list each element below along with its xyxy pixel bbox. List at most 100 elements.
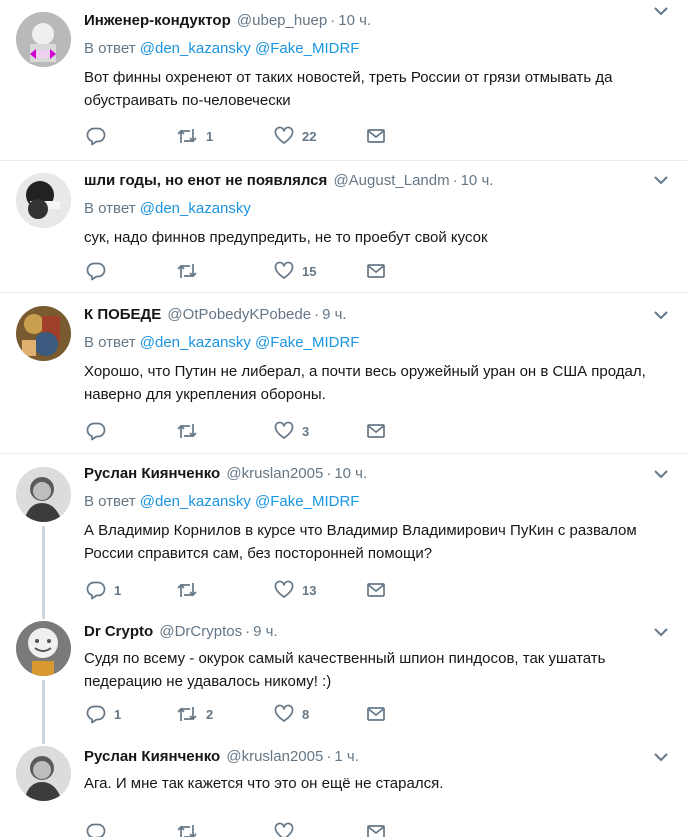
author-handle[interactable]: @kruslan2005 [226, 748, 323, 765]
retweet-count: 1 [206, 128, 214, 144]
mention-link[interactable]: @Fake_MIDRF [255, 493, 359, 510]
timestamp[interactable]: 9 ч. [322, 306, 347, 323]
envelope-icon [366, 704, 386, 724]
author-handle[interactable]: @ubep_huep [237, 12, 327, 29]
timestamp[interactable]: 10 ч. [338, 12, 371, 29]
like-count: 13 [302, 582, 317, 598]
mention-link[interactable]: @Fake_MIDRF [255, 40, 359, 57]
author-name[interactable]: Руслан Киянченко [84, 465, 220, 482]
chevron-down-icon[interactable] [653, 468, 669, 480]
reply-button[interactable]: 1 [86, 580, 121, 600]
reply-icon [86, 580, 106, 600]
chevron-down-icon[interactable] [653, 309, 669, 321]
retweet-count: 2 [206, 706, 214, 722]
separator-dot: · [245, 623, 251, 640]
like-button[interactable]: 13 [274, 580, 316, 600]
retweet-button[interactable] [176, 580, 206, 600]
heart-icon [274, 822, 294, 837]
avatar[interactable] [16, 746, 71, 801]
like-button[interactable]: 3 [274, 421, 309, 441]
retweet-button[interactable] [176, 421, 206, 441]
tweet-text: Хорошо, что Путин не либерал, а почти ве… [84, 363, 646, 403]
direct-message-button[interactable] [366, 261, 386, 281]
mention-link[interactable]: @den_kazansky [140, 493, 251, 510]
tweet[interactable]: К ПОБЕДЕ @OtPobedyKPobede · 9 ч. В ответ @… [0, 293, 687, 453]
like-button[interactable]: 8 [274, 704, 309, 724]
direct-message-button[interactable] [366, 580, 386, 600]
reply-button[interactable] [86, 126, 114, 146]
like-button[interactable]: 15 [274, 261, 316, 281]
mention-link[interactable]: @den_kazansky [140, 200, 251, 217]
author-handle[interactable]: @August_Landm [333, 172, 449, 189]
author-name[interactable]: шли годы, но енот не появлялся [84, 172, 327, 189]
chevron-down-icon[interactable] [653, 5, 669, 17]
retweet-icon [176, 580, 198, 600]
reply-context: В ответ @den_kazansky @Fake_MIDRF [84, 38, 671, 60]
timestamp[interactable]: 9 ч. [253, 623, 278, 640]
tweet-text: Ага. И мне так кажется что это он ещё не… [84, 775, 444, 792]
author-name[interactable]: Dr Crypto [84, 623, 153, 640]
reply-context: В ответ @den_kazansky [84, 198, 671, 220]
author-handle[interactable]: @DrCryptos [159, 623, 242, 640]
timestamp[interactable]: 1 ч. [334, 748, 359, 765]
like-button[interactable] [274, 822, 294, 837]
retweet-button[interactable]: 2 [176, 704, 213, 724]
thread-connector [42, 738, 45, 744]
reply-button[interactable] [86, 261, 114, 281]
reply-button[interactable] [86, 421, 114, 441]
chevron-down-icon[interactable] [653, 751, 669, 763]
reply-button[interactable] [86, 822, 106, 837]
reply-button[interactable]: 1 [86, 704, 121, 724]
direct-message-button[interactable] [366, 822, 386, 837]
retweet-icon [176, 704, 198, 724]
tweet[interactable]: шли годы, но енот не появлялся @August_L… [0, 161, 687, 292]
like-count: 3 [302, 423, 310, 439]
author-name[interactable]: Инженер-кондуктор [84, 12, 231, 29]
avatar[interactable] [16, 621, 71, 676]
mention-link[interactable]: @den_kazansky [140, 334, 251, 351]
avatar[interactable] [16, 12, 71, 67]
author-handle[interactable]: @kruslan2005 [226, 465, 323, 482]
heart-icon [274, 261, 294, 281]
retweet-button[interactable]: 1 [176, 126, 213, 146]
tweet[interactable]: Руслан Киянченко @kruslan2005 · 10 ч. В от… [0, 454, 687, 612]
retweet-icon [176, 822, 198, 837]
tweet[interactable]: Руслан Киянченко @kruslan2005 · 1 ч. Ага. … [0, 738, 687, 837]
envelope-icon [366, 822, 386, 837]
chevron-down-icon[interactable] [653, 174, 669, 186]
retweet-button[interactable] [176, 822, 198, 837]
reply-count: 1 [114, 582, 122, 598]
envelope-icon [366, 580, 386, 600]
avatar[interactable] [16, 306, 71, 361]
author-name[interactable]: К ПОБЕДЕ [84, 306, 161, 323]
like-button[interactable]: 22 [274, 126, 316, 146]
thread-connector [42, 526, 45, 612]
mention-link[interactable]: @den_kazansky [140, 40, 251, 57]
retweet-button[interactable] [176, 261, 206, 281]
chevron-down-icon[interactable] [653, 626, 669, 638]
direct-message-button[interactable] [366, 421, 386, 441]
retweet-icon [176, 421, 198, 441]
direct-message-button[interactable] [366, 704, 386, 724]
direct-message-button[interactable] [366, 126, 386, 146]
reply-prefix: В ответ [84, 40, 136, 57]
tweet[interactable]: Инженер-кондуктор @ubep_huep · 10 ч. В отв… [0, 0, 687, 160]
tweet[interactable]: Dr Crypto @DrCryptos · 9 ч. Судя по всему … [0, 612, 687, 738]
mention-link[interactable]: @Fake_MIDRF [255, 334, 359, 351]
reply-prefix: В ответ [84, 493, 136, 510]
timestamp[interactable]: 10 ч. [334, 465, 367, 482]
reply-prefix: В ответ [84, 200, 136, 217]
author-name[interactable]: Руслан Киянченко [84, 748, 220, 765]
reply-count: 1 [114, 706, 122, 722]
avatar[interactable] [16, 467, 71, 522]
like-count: 22 [302, 128, 317, 144]
timestamp[interactable]: 10 ч. [461, 172, 494, 189]
retweet-icon [176, 126, 198, 146]
avatar[interactable] [16, 173, 71, 228]
envelope-icon [366, 421, 386, 441]
reply-icon [86, 822, 106, 837]
tweet-text: А Владимир Корнилов в курсе что Владимир… [84, 522, 637, 562]
tweet-text: сук, надо финнов предупредить, не то про… [84, 229, 488, 246]
separator-dot: · [326, 465, 332, 482]
author-handle[interactable]: @OtPobedyKPobede [167, 306, 311, 323]
